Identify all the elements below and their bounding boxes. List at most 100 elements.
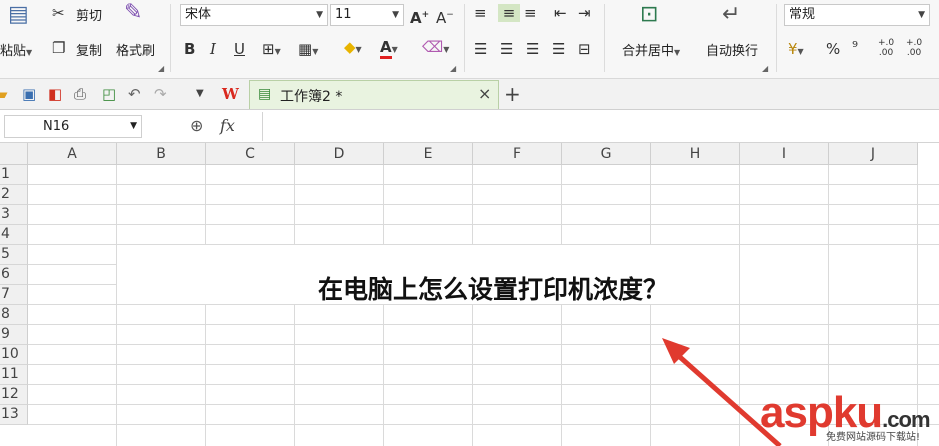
copy-button[interactable]: 复制	[76, 40, 102, 59]
grid-row-line	[28, 284, 117, 285]
close-tab-button[interactable]: ×	[478, 84, 491, 103]
print-preview-icon[interactable]: ◰	[102, 85, 116, 103]
font-color-button[interactable]: A▼	[380, 38, 398, 59]
row-header-8[interactable]: 8	[0, 305, 28, 325]
column-header-b[interactable]: B	[117, 143, 206, 165]
alignment-dialog-launcher-icon[interactable]: ◢	[762, 64, 768, 73]
grid-row-line	[28, 224, 939, 225]
italic-button[interactable]: I	[210, 40, 216, 58]
undo-icon[interactable]: ↶	[128, 85, 141, 103]
copy-icon[interactable]: ❐	[52, 39, 65, 57]
formula-input[interactable]	[262, 112, 939, 141]
column-header-i[interactable]: I	[740, 143, 829, 165]
bold-button[interactable]: B	[184, 40, 195, 58]
paste-icon[interactable]: ▤	[8, 4, 29, 26]
row-header-4[interactable]: 4	[0, 225, 28, 245]
group-divider	[464, 4, 465, 72]
print-icon[interactable]: ⎙	[74, 85, 86, 103]
column-header-e[interactable]: E	[384, 143, 473, 165]
open-folder-icon[interactable]: ▰	[0, 85, 8, 103]
font-size-value: 11	[335, 7, 352, 22]
percent-button[interactable]: %	[826, 40, 840, 58]
number-format-select[interactable]: 常规 ▼	[784, 4, 930, 26]
comma-style-button[interactable]: ⁹	[852, 38, 858, 56]
row-header-1[interactable]: 1	[0, 165, 28, 185]
chevron-down-icon: ▼	[130, 121, 137, 131]
row-header-10[interactable]: 10	[0, 345, 28, 365]
clipboard-dialog-launcher-icon[interactable]: ◢	[158, 64, 164, 73]
row-header-2[interactable]: 2	[0, 185, 28, 205]
merge-center-label: 合并居中	[622, 44, 675, 59]
grid-row-line	[28, 184, 939, 185]
name-box[interactable]: N16 ▼	[4, 115, 142, 138]
column-header-f[interactable]: F	[473, 143, 562, 165]
row-header-11[interactable]: 11	[0, 365, 28, 385]
scissors-icon[interactable]: ✂	[52, 4, 65, 22]
align-center-icon[interactable]: ☰	[500, 40, 513, 58]
zoom-lookup-icon[interactable]: ⊕	[190, 116, 203, 135]
row-header-5[interactable]: 5	[0, 245, 28, 265]
select-all-corner[interactable]	[0, 143, 28, 165]
wps-logo[interactable]: W	[222, 85, 239, 103]
new-tab-button[interactable]: +	[504, 82, 521, 106]
customize-quick-access-icon[interactable]: ▼	[196, 85, 204, 103]
font-size-select[interactable]: 11 ▼	[330, 4, 404, 26]
align-right-icon[interactable]: ☰	[526, 40, 539, 58]
grid-row-line	[28, 384, 939, 385]
paste-button[interactable]: 粘贴▼	[0, 40, 32, 59]
column-header-g[interactable]: G	[562, 143, 651, 165]
clear-format-icon[interactable]: ⌫▼	[422, 38, 449, 59]
align-top-icon[interactable]: ≡	[474, 4, 487, 22]
column-header-j[interactable]: J	[829, 143, 918, 165]
row-header-13[interactable]: 13	[0, 405, 28, 425]
chevron-down-icon: ▼	[918, 10, 925, 20]
group-divider	[776, 4, 777, 72]
column-header-c[interactable]: C	[206, 143, 295, 165]
align-middle-icon[interactable]: ≡	[498, 4, 520, 22]
row-header-3[interactable]: 3	[0, 205, 28, 225]
save-icon[interactable]: ▣	[22, 85, 36, 103]
row-header-6[interactable]: 6	[0, 265, 28, 285]
distributed-icon[interactable]: ⊟	[578, 40, 591, 58]
column-header-h[interactable]: H	[651, 143, 740, 165]
column-header-d[interactable]: D	[295, 143, 384, 165]
chevron-down-icon: ▼	[316, 10, 323, 20]
font-name-select[interactable]: 宋体 ▼	[180, 4, 328, 26]
redo-icon[interactable]: ↷	[154, 85, 167, 103]
decrease-font-size-button[interactable]: A−	[436, 6, 454, 27]
currency-format-icon[interactable]: ¥▼	[788, 40, 804, 61]
export-pdf-icon[interactable]: ◧	[48, 85, 62, 103]
underline-button[interactable]: U	[234, 40, 245, 58]
format-painter-icon[interactable]: ✎	[124, 2, 142, 24]
font-dialog-launcher-icon[interactable]: ◢	[450, 64, 456, 73]
cut-button[interactable]: 剪切	[76, 5, 102, 24]
borders-icon[interactable]: ⊞▼	[262, 40, 281, 61]
row-header-12[interactable]: 12	[0, 385, 28, 405]
tab-title: 工作簿2 *	[280, 89, 343, 105]
name-box-value: N16	[43, 119, 70, 134]
increase-indent-icon[interactable]: ⇥	[578, 4, 591, 22]
fill-color-icon[interactable]: ◆▼	[344, 38, 362, 59]
font-name-value: 宋体	[185, 7, 212, 22]
chevron-down-icon: ▼	[392, 10, 399, 20]
column-header-a[interactable]: A	[28, 143, 117, 165]
row-header-7[interactable]: 7	[0, 285, 28, 305]
cell-style-icon[interactable]: ▦▼	[298, 40, 318, 61]
align-left-icon[interactable]: ☰	[474, 40, 487, 58]
insert-function-button[interactable]: fx	[220, 116, 235, 135]
format-painter-button[interactable]: 格式刷	[116, 40, 155, 59]
row-header-9[interactable]: 9	[0, 325, 28, 345]
decrease-decimal-button[interactable]: +.0.00	[906, 38, 922, 58]
increase-decimal-button[interactable]: +.0.00	[878, 38, 894, 58]
merge-center-icon[interactable]: ⊡	[640, 4, 658, 26]
align-bottom-icon[interactable]: ≡	[524, 4, 537, 22]
wrap-text-button[interactable]: 自动换行	[706, 40, 758, 59]
merge-center-button[interactable]: 合并居中▼	[622, 40, 680, 59]
tab-workbook2[interactable]: ▤ 工作簿2 * ×	[249, 80, 499, 109]
merged-cell-text[interactable]: 在电脑上怎么设置打印机浓度？	[318, 270, 668, 306]
decrease-indent-icon[interactable]: ⇤	[554, 4, 567, 22]
justify-icon[interactable]: ☰	[552, 40, 565, 58]
spreadsheet-doc-icon: ▤	[258, 86, 272, 102]
wrap-text-icon[interactable]: ↵	[722, 4, 740, 26]
increase-font-size-button[interactable]: A+	[410, 6, 429, 27]
